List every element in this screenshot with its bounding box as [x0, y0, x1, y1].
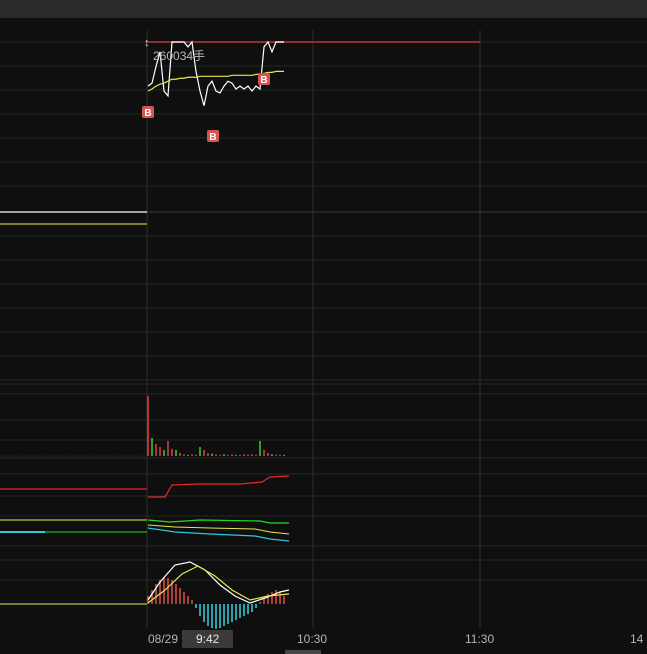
x-date-label: 08/29 [148, 632, 179, 646]
indicator-green-line [147, 519, 289, 524]
cursor-time-label: 9:42 [182, 630, 234, 648]
buy-marker-label: B [209, 132, 216, 143]
x-tick-label: 11:30 [465, 632, 495, 646]
indicator-red-line [148, 475, 290, 498]
buy-marker-label: B [144, 108, 151, 119]
horizontal-scrollbar[interactable] [285, 650, 321, 654]
indicator-yellow-line [147, 524, 290, 535]
buy-marker-label: B [260, 75, 267, 86]
volume-label: 260034手 [153, 49, 206, 63]
intraday-chart: ↕ B B B [0, 30, 647, 629]
x-tick-label: 14 [630, 632, 644, 646]
cursor-marker: ↕ [144, 37, 150, 49]
x-tick-label: 10:30 [297, 632, 328, 646]
indicator-cyan-line [147, 527, 290, 542]
macd-dif-line [147, 561, 290, 604]
